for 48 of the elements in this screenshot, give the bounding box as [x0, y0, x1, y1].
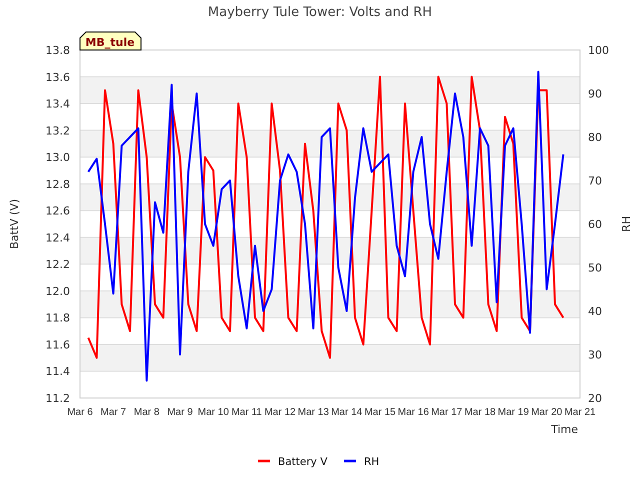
y-tick-label: 12.2: [46, 258, 70, 272]
y-axis-title: RH: [620, 216, 633, 232]
y-tick-label: 13.2: [46, 124, 70, 138]
y-tick-label: 11.4: [46, 365, 70, 378]
x-tick-label: Mar 21: [564, 407, 596, 418]
y-tick-label: 13.4: [46, 98, 70, 111]
y-tick-label: 12.0: [46, 284, 70, 298]
legend-label: Battery V: [278, 456, 328, 468]
x-tick-label: Mar 10: [198, 407, 229, 418]
y-tick-label: 13.6: [46, 70, 70, 84]
x-tick-label: Mar 12: [264, 407, 296, 418]
y-tick-label: 80: [588, 131, 602, 144]
y-tick-label: 12.8: [46, 178, 70, 191]
y-tick-label: 40: [588, 305, 602, 318]
x-tick-label: Mar 20: [531, 407, 562, 418]
x-tick-label: Mar 6: [67, 407, 93, 418]
x-tick-label: Mar 8: [134, 407, 160, 418]
x-tick-label: Mar 19: [498, 407, 529, 418]
x-tick-label: Mar 13: [298, 407, 329, 418]
y-tick-label: 100: [588, 44, 609, 57]
x-tick-label: Mar 15: [364, 407, 396, 418]
site-badge: MB_tule: [80, 32, 142, 50]
y-tick-label: 13.0: [46, 151, 70, 164]
x-axis-title: Time: [551, 423, 578, 436]
y-tick-label: 90: [588, 88, 602, 100]
y-tick-label: 70: [588, 174, 602, 188]
y-tick-label: 60: [588, 218, 602, 231]
y-axis-title: BattV (V): [8, 198, 21, 250]
y-tick-label: 11.8: [46, 312, 70, 325]
y-tick-label: 11.6: [46, 338, 70, 352]
y-tick-label: 50: [588, 262, 602, 274]
y-tick-label: 30: [588, 348, 602, 362]
legend-swatch: [344, 460, 356, 462]
x-tick-label: Mar 14: [331, 407, 362, 418]
legend-swatch: [258, 460, 270, 462]
x-tick-label: Mar 9: [167, 407, 193, 418]
x-tick-label: Mar 11: [231, 407, 262, 418]
y-tick-label: 12.4: [46, 231, 70, 244]
x-tick-label: Mar 17: [431, 407, 462, 418]
x-tick-label: Mar 7: [100, 407, 126, 418]
x-tick-label: Mar 18: [464, 407, 496, 418]
y-tick-label: 11.2: [46, 392, 70, 405]
x-tick-label: Mar 16: [398, 407, 429, 418]
y-tick-label: 12.6: [46, 204, 70, 218]
chart-title: Mayberry Tule Tower: Volts and RH: [208, 5, 432, 20]
y-tick-label: 13.8: [46, 44, 70, 57]
y-tick-label: 20: [588, 392, 602, 405]
legend-label: RH: [364, 456, 380, 468]
